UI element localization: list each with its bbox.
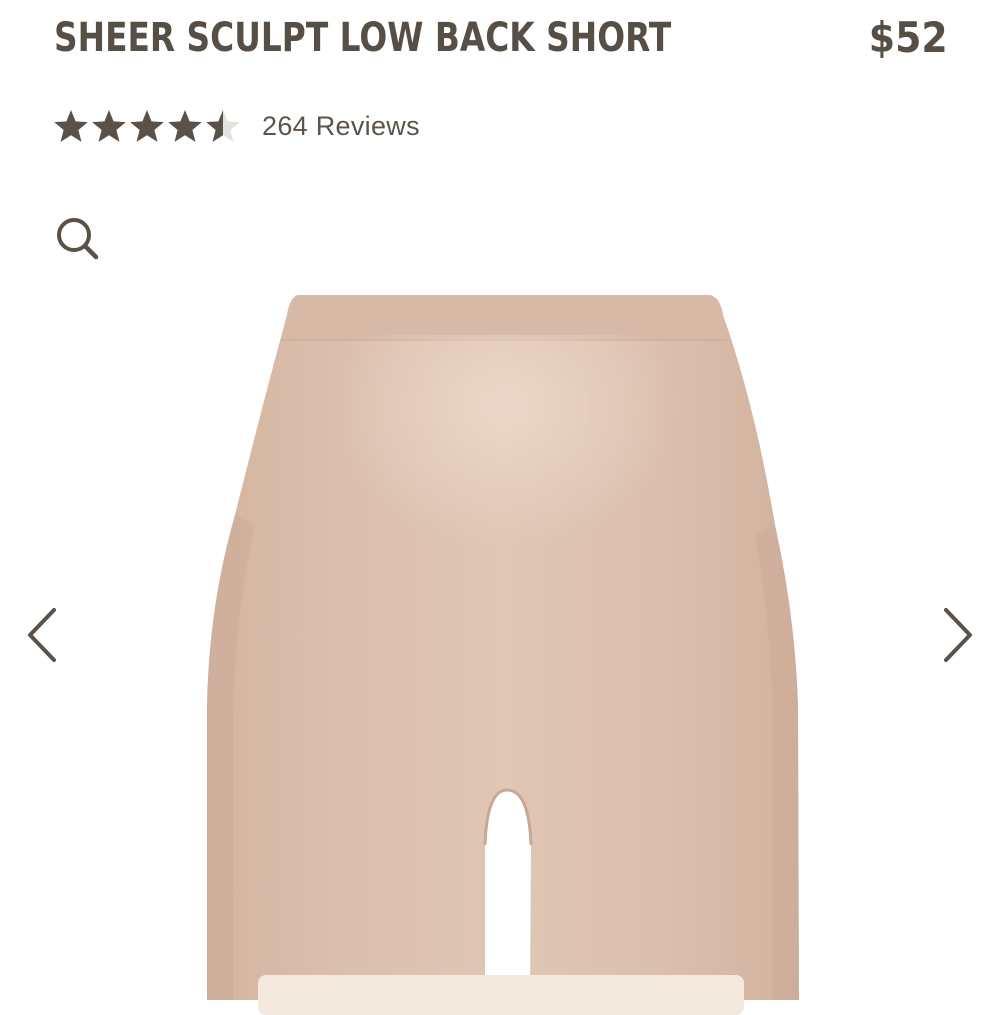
chevron-left-icon[interactable] — [20, 600, 60, 670]
reviews-count-link[interactable]: 264 Reviews — [262, 111, 420, 142]
star-icon-2 — [92, 110, 126, 142]
stars-svg — [54, 110, 240, 142]
star-icon-1 — [54, 110, 88, 142]
star-rating — [54, 107, 240, 145]
product-price: $52 — [869, 13, 948, 62]
product-title: SHEER SCULPT LOW BACK SHORT — [54, 15, 672, 61]
search-icon[interactable] — [52, 212, 104, 264]
product-image[interactable] — [195, 285, 810, 1000]
waistband — [281, 295, 727, 340]
bottom-overlay-bar — [258, 975, 744, 1015]
star-icon-5-half — [206, 110, 240, 142]
chevron-right-icon[interactable] — [940, 600, 980, 670]
rating-row[interactable]: 264 Reviews — [54, 104, 420, 148]
star-icon-4 — [168, 110, 202, 142]
star-icon-3 — [130, 110, 164, 142]
